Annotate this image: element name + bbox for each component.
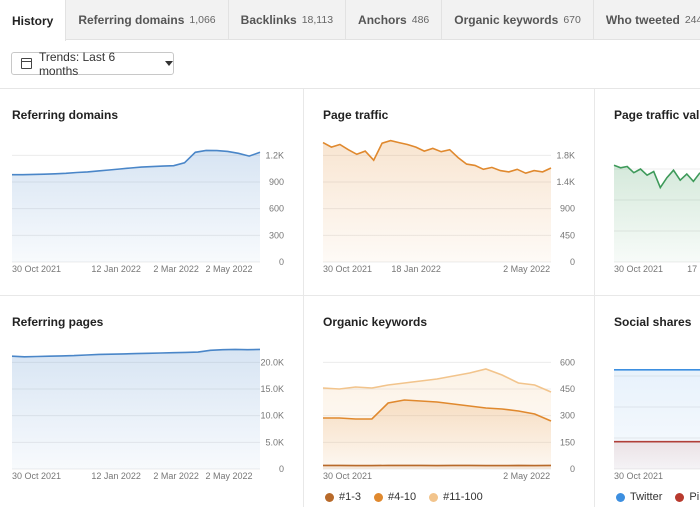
- y-tick-label: 0: [570, 464, 575, 474]
- tab-label: Who tweeted: [605, 13, 680, 27]
- x-tick-label: 2 May 2022: [503, 264, 550, 274]
- legend-item[interactable]: #11-100: [429, 491, 483, 503]
- y-tick-label: 10.0K: [260, 411, 284, 421]
- x-tick-label: 2 Mar 2022: [153, 264, 199, 274]
- tab-who-tweeted[interactable]: Who tweeted 244: [594, 0, 700, 40]
- tab-anchors[interactable]: Anchors 486: [346, 0, 443, 40]
- y-tick-label: 600: [269, 204, 284, 214]
- tab-count: 670: [563, 14, 581, 26]
- organic-keywords-chart: 600 450 300 150 0 30 Oct 2021 2 May 2022: [322, 357, 575, 481]
- legend-dot-icon: [429, 492, 439, 502]
- tab-history[interactable]: History: [0, 0, 67, 41]
- legend-dot-icon: [325, 492, 334, 502]
- legend-label: #4-10: [388, 491, 417, 503]
- tab-count: 244: [684, 14, 700, 26]
- social-shares-legend: Twitter Pi: [616, 491, 700, 503]
- x-tick-label: 30 Oct 2021: [614, 264, 663, 274]
- page-traffic-value-chart: 30 Oct 2021 17: [613, 164, 700, 274]
- y-tick-label: 20.0K: [260, 357, 284, 367]
- x-tick-label: 12 Jan 2022: [91, 471, 141, 481]
- legend-dot-icon: [616, 492, 625, 502]
- series-area: [323, 140, 551, 262]
- divider: [303, 89, 304, 507]
- referring-domains-chart: 1.2K 900 600 300 0 30 Oct 2021 12 Jan 2022 2 Ma…: [12, 149, 284, 274]
- y-tick-label: 150: [560, 437, 575, 447]
- legend-dot-icon: [675, 492, 685, 502]
- tab-count: 486: [411, 14, 430, 26]
- chart-title: Social shares: [614, 315, 692, 329]
- y-tick-label: 900: [269, 177, 284, 187]
- x-tick-label: 2 May 2022: [205, 264, 252, 274]
- tab-count: 1,066: [189, 14, 216, 26]
- chart-title: Page traffic: [323, 108, 389, 122]
- y-tick-label: 0: [279, 257, 284, 267]
- calendar-icon: [21, 58, 32, 69]
- y-tick-label: 15.0K: [260, 384, 284, 394]
- legend-label: #1-3: [339, 491, 362, 503]
- legend-label: Pi: [689, 491, 700, 503]
- x-tick-label: 30 Oct 2021: [323, 264, 372, 274]
- tab-label: Organic keywords: [454, 13, 559, 27]
- y-tick-label: 450: [560, 230, 575, 240]
- y-tick-label: 5.0K: [265, 437, 284, 447]
- x-tick-label: 30 Oct 2021: [323, 471, 372, 481]
- tab-label: History: [12, 13, 54, 28]
- x-tick-label: 17: [687, 264, 697, 274]
- tab-referring-domains[interactable]: Referring domains 1,066: [66, 0, 229, 40]
- y-tick-label: 0: [570, 257, 575, 267]
- social-shares-chart: 30 Oct 2021: [614, 368, 700, 481]
- tab-label: Backlinks: [240, 13, 297, 27]
- chart-title: Page traffic valu: [614, 108, 700, 122]
- divider: [594, 89, 595, 507]
- caret-down-icon: [165, 61, 173, 66]
- legend-item[interactable]: Twitter: [616, 491, 662, 503]
- y-tick-label: 300: [269, 230, 284, 240]
- trends-dropdown-label: Trends: Last 6 months: [38, 49, 116, 78]
- y-tick-label: 900: [560, 204, 575, 214]
- divider: [0, 295, 700, 296]
- chart-title: Referring pages: [12, 315, 104, 329]
- tab-label: Anchors: [358, 13, 407, 27]
- x-tick-label: 2 May 2022: [503, 471, 550, 481]
- legend-label: Twitter: [630, 491, 663, 503]
- x-tick-label: 2 May 2022: [205, 471, 252, 481]
- legend-item[interactable]: #1-3: [325, 491, 361, 503]
- legend-dot-icon: [374, 492, 384, 502]
- legend-label: #11-100: [443, 491, 483, 503]
- chart-title: Organic keywords: [323, 315, 428, 329]
- page-traffic-chart: 1.8K 1.4K 900 450 0 30 Oct 2021 18 Jan 2022 2 M…: [322, 139, 575, 274]
- tab-label: Referring domains: [78, 13, 185, 27]
- x-tick-label: 12 Jan 2022: [91, 264, 141, 274]
- series-area: [614, 369, 700, 469]
- tab-bar: History Referring domains 1,066 Backlinks…: [0, 0, 700, 41]
- trends-dropdown[interactable]: Trends: Last 6 months: [11, 49, 174, 78]
- y-tick-label: 1.4K: [556, 177, 575, 187]
- y-tick-label: 0: [279, 464, 284, 474]
- legend-item[interactable]: Pi: [675, 491, 699, 503]
- divider: [0, 88, 700, 89]
- y-tick-label: 1.2K: [265, 150, 284, 160]
- series-area: [12, 349, 260, 469]
- x-tick-label: 30 Oct 2021: [12, 471, 61, 481]
- y-tick-label: 450: [560, 384, 575, 394]
- x-tick-label: 30 Oct 2021: [614, 471, 663, 481]
- y-tick-label: 1.8K: [556, 150, 575, 160]
- tab-count: 18,113: [301, 14, 334, 26]
- referring-pages-chart: 20.0K 15.0K 10.0K 5.0K 0 30 Oct 2021 12 Jan 20…: [11, 348, 284, 481]
- y-tick-label: 600: [560, 357, 575, 367]
- x-tick-label: 30 Oct 2021: [12, 264, 61, 274]
- y-tick-label: 300: [560, 411, 575, 421]
- x-tick-label: 2 Mar 2022: [153, 471, 199, 481]
- tab-organic-keywords[interactable]: Organic keywords 670: [442, 0, 594, 40]
- legend-item[interactable]: #4-10: [374, 491, 416, 503]
- x-tick-label: 18 Jan 2022: [391, 264, 441, 274]
- tab-backlinks[interactable]: Backlinks 18,113: [229, 0, 347, 40]
- chart-title: Referring domains: [12, 108, 119, 122]
- organic-keywords-legend: #1-3 #4-10 #11-100: [325, 491, 496, 503]
